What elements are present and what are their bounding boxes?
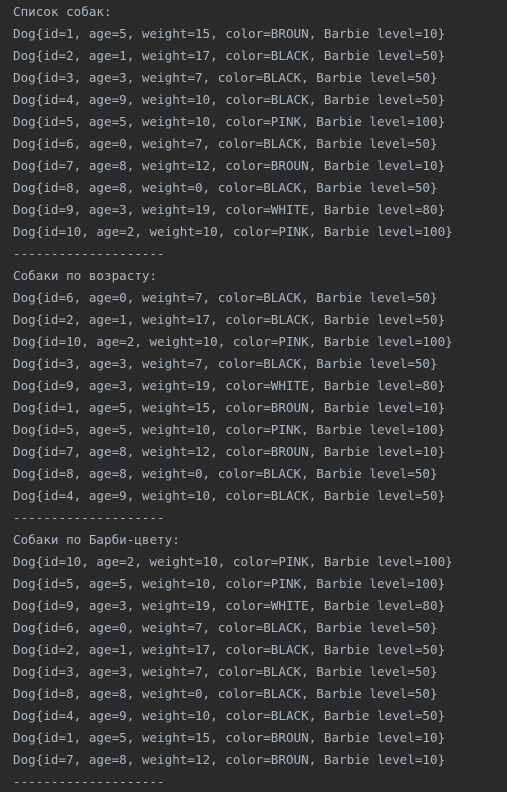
section-dogs-by-barbie-color: Собаки по Барби-цвету: Dog{id=10, age=2,… — [13, 529, 507, 792]
dog-line: Dog{id=5, age=5, weight=10, color=PINK, … — [13, 422, 446, 437]
section-dog-list: Список собак: Dog{id=1, age=5, weight=15… — [13, 1, 507, 265]
dog-line: Dog{id=4, age=9, weight=10, color=BLACK,… — [13, 92, 446, 107]
dog-line: Dog{id=7, age=8, weight=12, color=BROUN,… — [13, 158, 446, 173]
dog-line: Dog{id=1, age=5, weight=15, color=BROUN,… — [13, 400, 446, 415]
dog-line: Dog{id=10, age=2, weight=10, color=PINK,… — [13, 554, 453, 569]
dog-line: Dog{id=8, age=8, weight=0, color=BLACK, … — [13, 180, 438, 195]
dog-line: Dog{id=4, age=9, weight=10, color=BLACK,… — [13, 708, 446, 723]
dog-line: Dog{id=10, age=2, weight=10, color=PINK,… — [13, 334, 453, 349]
console-output[interactable]: Список собак: Dog{id=1, age=5, weight=15… — [0, 0, 507, 792]
dog-line: Dog{id=6, age=0, weight=7, color=BLACK, … — [13, 290, 438, 305]
section-title: Собаки по Барби-цвету: — [13, 532, 180, 547]
dog-line: Dog{id=7, age=8, weight=12, color=BROUN,… — [13, 444, 446, 459]
separator-line: -------------------- — [13, 774, 165, 789]
dog-line: Dog{id=2, age=1, weight=17, color=BLACK,… — [13, 312, 446, 327]
section-title: Собаки по возрасту: — [13, 268, 158, 283]
dog-line: Dog{id=10, age=2, weight=10, color=PINK,… — [13, 224, 453, 239]
dog-line: Dog{id=1, age=5, weight=15, color=BROUN,… — [13, 26, 446, 41]
section-dogs-by-age: Собаки по возрасту: Dog{id=6, age=0, wei… — [13, 265, 507, 529]
dog-line: Dog{id=8, age=8, weight=0, color=BLACK, … — [13, 466, 438, 481]
dog-line: Dog{id=9, age=3, weight=19, color=WHITE,… — [13, 598, 446, 613]
separator-line: -------------------- — [13, 510, 165, 525]
dog-line: Dog{id=5, age=5, weight=10, color=PINK, … — [13, 576, 446, 591]
dog-line: Dog{id=4, age=9, weight=10, color=BLACK,… — [13, 488, 446, 503]
dog-line: Dog{id=7, age=8, weight=12, color=BROUN,… — [13, 752, 446, 767]
separator-line: -------------------- — [13, 246, 165, 261]
dog-line: Dog{id=1, age=5, weight=15, color=BROUN,… — [13, 730, 446, 745]
dog-line: Dog{id=9, age=3, weight=19, color=WHITE,… — [13, 202, 446, 217]
dog-line: Dog{id=2, age=1, weight=17, color=BLACK,… — [13, 48, 446, 63]
dog-line: Dog{id=3, age=3, weight=7, color=BLACK, … — [13, 70, 438, 85]
dog-line: Dog{id=9, age=3, weight=19, color=WHITE,… — [13, 378, 446, 393]
section-title: Список собак: — [13, 4, 112, 19]
dog-line: Dog{id=8, age=8, weight=0, color=BLACK, … — [13, 686, 438, 701]
dog-line: Dog{id=3, age=3, weight=7, color=BLACK, … — [13, 664, 438, 679]
dog-line: Dog{id=2, age=1, weight=17, color=BLACK,… — [13, 642, 446, 657]
dog-line: Dog{id=6, age=0, weight=7, color=BLACK, … — [13, 620, 438, 635]
dog-line: Dog{id=6, age=0, weight=7, color=BLACK, … — [13, 136, 438, 151]
dog-line: Dog{id=5, age=5, weight=10, color=PINK, … — [13, 114, 446, 129]
dog-line: Dog{id=3, age=3, weight=7, color=BLACK, … — [13, 356, 438, 371]
